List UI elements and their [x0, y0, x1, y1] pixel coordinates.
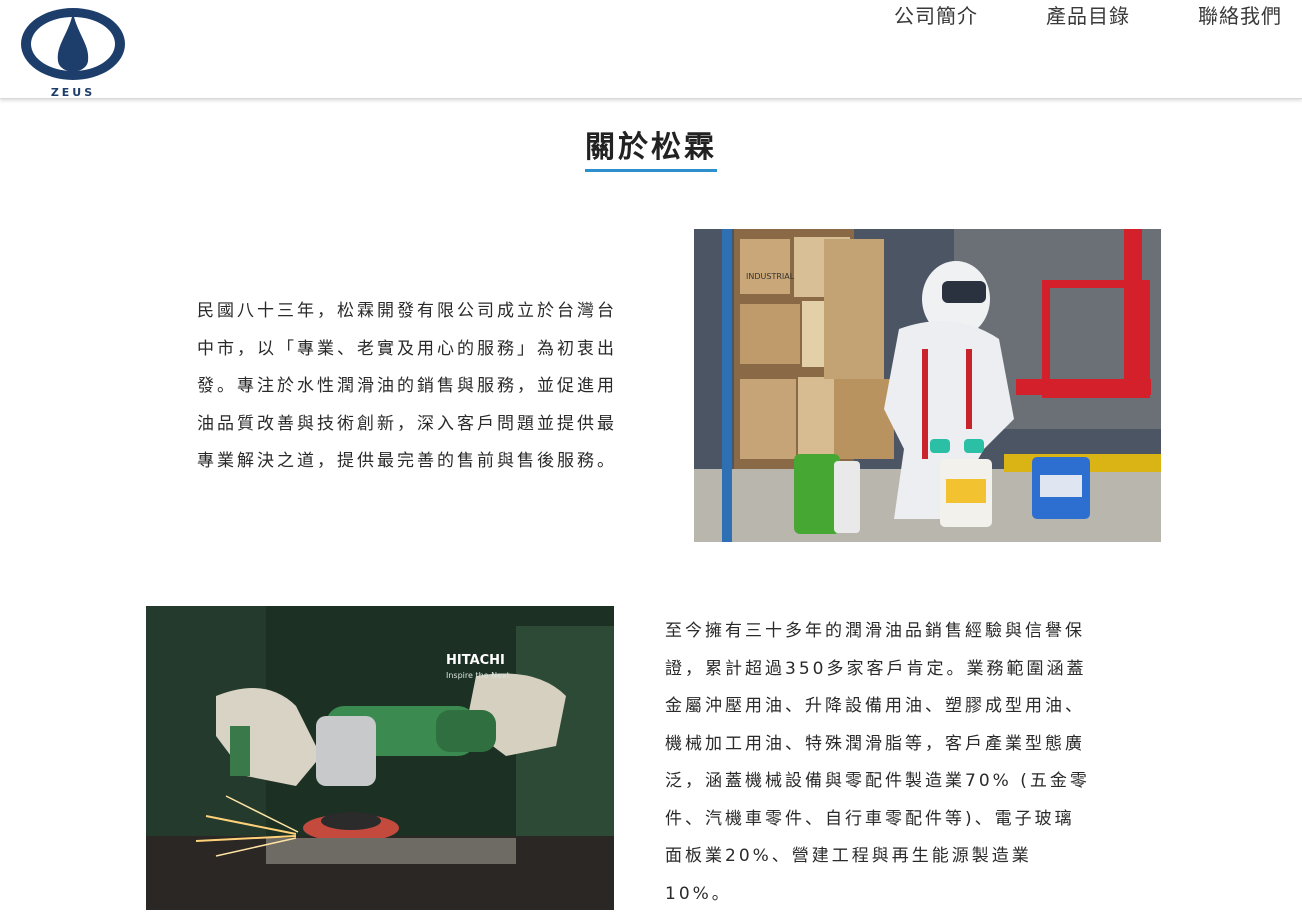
angle-grinder-photo: HITACHI Inspire the Next: [146, 606, 614, 910]
paragraph-line: 中市，以「專業、老實及用心的服務」為初衷出: [197, 331, 643, 369]
paragraph-line: 金屬沖壓用油、升降設備用油、塑膠成型用油、: [665, 688, 1111, 726]
page-title: 關於松霖: [585, 122, 717, 172]
paragraph-line: 油品質改善與技術創新，深入客戶問題並提供最: [197, 406, 643, 444]
paragraph-line: 證，累計超過350多家客戶肯定。業務範圍涵蓋: [665, 651, 1111, 689]
paragraph-line: 10%。: [665, 876, 1111, 913]
box-label: INDUSTRIAL: [746, 272, 795, 281]
paragraph-line: 泛，涵蓋機械設備與零配件製造業70% (五金零: [665, 763, 1111, 801]
paragraph-line: 發。專注於水性潤滑油的銷售與服務，並促進用: [197, 368, 643, 406]
paragraph-line: 機械加工用油、特殊潤滑脂等，客戶產業型態廣: [665, 726, 1111, 764]
jacket-brand-text: HITACHI: [446, 653, 505, 668]
angle-grinder-image: HITACHI Inspire the Next: [146, 606, 614, 910]
paragraph-line: 至今擁有三十多年的潤滑油品銷售經驗與信譽保: [665, 613, 1111, 651]
about-paragraph-2: 至今擁有三十多年的潤滑油品銷售經驗與信譽保 證，累計超過350多家客戶肯定。業務…: [665, 613, 1111, 913]
about-section-title: 關於松霖: [0, 122, 1302, 172]
nav-company-intro[interactable]: 公司簡介: [894, 0, 978, 29]
jacket-tagline-text: Inspire the Next: [446, 671, 510, 680]
logo-wordmark: ZEUS: [18, 86, 128, 99]
paragraph-line: 面板業20%、營建工程與再生能源製造業: [665, 838, 1111, 876]
site-header: ZEUS 公司簡介 產品目錄 聯絡我們: [0, 0, 1302, 99]
nav-contact-us[interactable]: 聯絡我們: [1198, 0, 1282, 29]
warehouse-worker-image: INDUSTRIAL: [694, 229, 1161, 542]
zeus-drop-logo-icon: [18, 5, 128, 87]
about-paragraph-1: 民國八十三年，松霖開發有限公司成立於台灣台 中市，以「專業、老實及用心的服務」為…: [197, 293, 643, 481]
paragraph-line: 民國八十三年，松霖開發有限公司成立於台灣台: [197, 293, 643, 331]
paragraph-line: 件、汽機車零件、自行車零配件等)、電子玻璃: [665, 801, 1111, 839]
warehouse-worker-photo: INDUSTRIAL: [694, 229, 1161, 542]
zeus-logo[interactable]: ZEUS: [18, 5, 128, 97]
nav-product-catalog[interactable]: 產品目錄: [1046, 0, 1130, 29]
paragraph-line: 專業解決之道，提供最完善的售前與售後服務。: [197, 443, 643, 481]
